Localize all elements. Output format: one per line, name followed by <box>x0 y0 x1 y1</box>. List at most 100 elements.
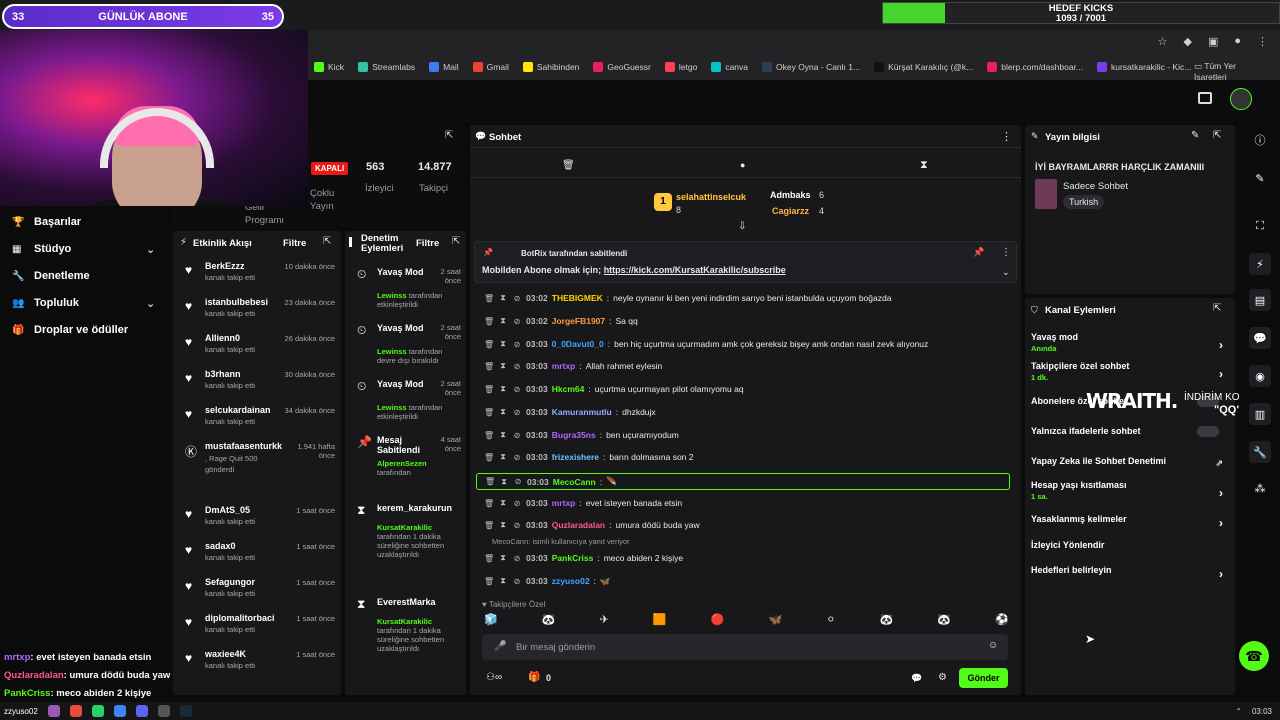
ban-icon[interactable]: ⊘ <box>512 408 522 417</box>
edit-icon[interactable]: ✎ <box>1191 130 1199 141</box>
avatar[interactable] <box>1230 88 1252 110</box>
puzzle-icon[interactable]: ▣ <box>1208 35 1218 48</box>
ban-icon[interactable]: ⊘ <box>512 294 522 303</box>
channel-action-row[interactable]: İzleyici Yönlendir <box>1031 540 1227 550</box>
bookmark[interactable]: Sahibinden <box>522 62 579 72</box>
chat-username[interactable]: mrtxp <box>552 361 576 371</box>
activity-filter-button[interactable]: Filtre <box>283 238 306 249</box>
toggle-switch[interactable] <box>1197 426 1219 437</box>
chat-username[interactable]: THEBIGMEK <box>552 293 603 303</box>
trash-icon[interactable]: 🗑 <box>562 160 575 171</box>
timeout-icon[interactable]: ⧗ <box>498 384 508 394</box>
delete-icon[interactable]: 🗑 <box>484 317 494 326</box>
mic-icon[interactable]: 🎤 <box>494 641 506 652</box>
timeout-icon[interactable]: ⧗ <box>498 293 508 303</box>
chat-icon[interactable]: ● <box>740 160 745 170</box>
delete-icon[interactable]: 🗑 <box>484 554 494 563</box>
chat-username[interactable]: Quzlaradalan <box>552 520 605 530</box>
apps-icon[interactable]: ⁂ <box>1249 477 1271 499</box>
sidebar-item-4[interactable]: 🎁 Droplar ve ödüller <box>12 324 128 336</box>
timeout-icon[interactable]: ⧗ <box>498 498 508 508</box>
ban-icon[interactable]: ⊘ <box>512 317 522 326</box>
bookmark[interactable]: kursatkarakilic - Kic... <box>1097 62 1191 72</box>
delete-icon[interactable]: 🗑 <box>484 340 494 349</box>
bookmark[interactable]: GeoGuessr <box>593 62 651 72</box>
activity-user[interactable]: Allienn0 <box>205 333 240 343</box>
emote-icon[interactable]: 🧊 <box>484 613 498 629</box>
channel-action-row[interactable]: Yalnızca ifadelerle sohbet <box>1031 426 1227 437</box>
timeout-icon[interactable]: ⧗ <box>498 430 508 440</box>
send-button[interactable]: Gönder <box>959 668 1008 688</box>
moderator-name[interactable]: Lewinss <box>377 403 407 412</box>
emoji-icon[interactable]: ☺ <box>988 640 998 651</box>
activity-user[interactable]: b3rhann <box>205 369 241 379</box>
chevron-right-icon[interactable]: › <box>1219 567 1223 581</box>
bookmark[interactable]: Gmail <box>472 62 509 72</box>
channel-action-row[interactable]: Yapay Zeka ile Sohbet Denetimi ⇗ <box>1031 456 1227 469</box>
ban-icon[interactable]: ⊘ <box>512 499 522 508</box>
support-button[interactable]: ☎ <box>1239 641 1269 671</box>
emote-icon[interactable]: 🐼 <box>542 613 556 629</box>
moderation-filter-button[interactable]: Filtre <box>416 238 439 249</box>
activity-user[interactable]: selcukardainan <box>205 405 271 415</box>
external-link-icon[interactable]: ⇗ <box>1215 458 1223 469</box>
timeout-icon[interactable]: ⧗ <box>498 339 508 349</box>
fullscreen-icon[interactable]: ⛶ <box>1249 215 1271 237</box>
ban-icon[interactable]: ⊘ <box>512 431 522 440</box>
chevron-right-icon[interactable]: › <box>1219 516 1223 530</box>
timeout-icon[interactable]: ⧗ <box>498 316 508 326</box>
moderator-name[interactable]: KursatKarakilic <box>377 523 432 532</box>
channel-action-row[interactable]: Yavaş mod Anında › <box>1031 332 1227 353</box>
layers-icon[interactable]: ▥ <box>1249 403 1271 425</box>
delete-icon[interactable]: 🗑 <box>484 294 494 303</box>
info-icon[interactable]: ⓘ <box>1249 129 1271 151</box>
moderator-name[interactable]: Lewinss <box>377 291 407 300</box>
ban-icon[interactable]: ⊘ <box>513 477 523 486</box>
emote-icon[interactable]: 🟧 <box>653 613 667 629</box>
ban-icon[interactable]: ⊘ <box>512 554 522 563</box>
emote-icon[interactable]: ⚽ <box>995 613 1009 629</box>
extension-icon[interactable]: ◆ <box>1183 35 1191 48</box>
app-icon[interactable] <box>69 705 82 717</box>
channel-action-row[interactable]: Takipçilere özel sohbet 1 dk. › <box>1031 361 1227 382</box>
tag[interactable]: Turkish <box>1063 195 1105 209</box>
chat-menu-icon[interactable]: ⋮ <box>1001 130 1012 143</box>
chat-username[interactable]: MecoCann <box>553 477 596 487</box>
delete-icon[interactable]: 🗑 <box>484 499 494 508</box>
bookmark[interactable]: Mail <box>429 62 459 72</box>
pinned-menu-icon[interactable]: ⋮ <box>1001 247 1011 258</box>
activity-user[interactable]: BerkEzzz <box>205 261 245 271</box>
bookmark[interactable]: blerp.com/dashboar... <box>987 62 1083 72</box>
bolt-icon[interactable]: ⚡ <box>1249 253 1271 275</box>
whatsapp-icon[interactable] <box>91 705 104 717</box>
bookmark[interactable]: Kick <box>314 62 344 72</box>
activity-user[interactable]: mustafaasenturkk <box>205 441 282 451</box>
emote-bar[interactable]: 🧊 🐼 ✈ 🟧 🔴 🦋 ⚪ 🐼 🐼 ⚽ <box>484 613 1009 629</box>
emote-icon[interactable]: ✈ <box>600 613 609 629</box>
obs-icon[interactable] <box>157 705 170 717</box>
chat-username[interactable]: 0_0Davut0_0 <box>552 339 604 349</box>
pin-toggle-icon[interactable]: ⇩ <box>738 221 746 232</box>
wrench-icon[interactable]: 🔧 <box>1249 441 1271 463</box>
sidebar-item-1[interactable]: ▦ Stüdyo ⌄ <box>12 243 155 256</box>
chat-username[interactable]: zzyuso02 <box>552 576 590 586</box>
chrome-icon[interactable] <box>113 705 126 717</box>
delete-icon[interactable]: 🗑 <box>485 477 495 486</box>
bookmark[interactable]: canva <box>711 62 748 72</box>
ban-icon[interactable]: ⊘ <box>512 577 522 586</box>
chat-username[interactable]: Kamuranmutlu <box>552 407 612 417</box>
ban-icon[interactable]: ⊘ <box>512 385 522 394</box>
delete-icon[interactable]: 🗑 <box>484 385 494 394</box>
ban-icon[interactable]: ⊘ <box>512 362 522 371</box>
clipboard-icon[interactable]: ▤ <box>1249 289 1271 311</box>
profile-icon[interactable]: ● <box>1234 35 1241 48</box>
gear-icon[interactable]: ⚙ <box>938 672 947 683</box>
ban-icon[interactable]: ⊘ <box>512 340 522 349</box>
pinned-link[interactable]: https://kick.com/KursatKarakilic/subscri… <box>604 265 786 275</box>
channel-action-row[interactable]: Yasaklanmış kelimeler › <box>1031 514 1227 530</box>
app-icon[interactable] <box>47 705 60 717</box>
delete-icon[interactable]: 🗑 <box>484 362 494 371</box>
ban-icon[interactable]: ⊘ <box>512 521 522 530</box>
popout-icon[interactable]: ⇱ <box>445 130 453 141</box>
emote-icon[interactable]: ⚪ <box>826 613 835 629</box>
